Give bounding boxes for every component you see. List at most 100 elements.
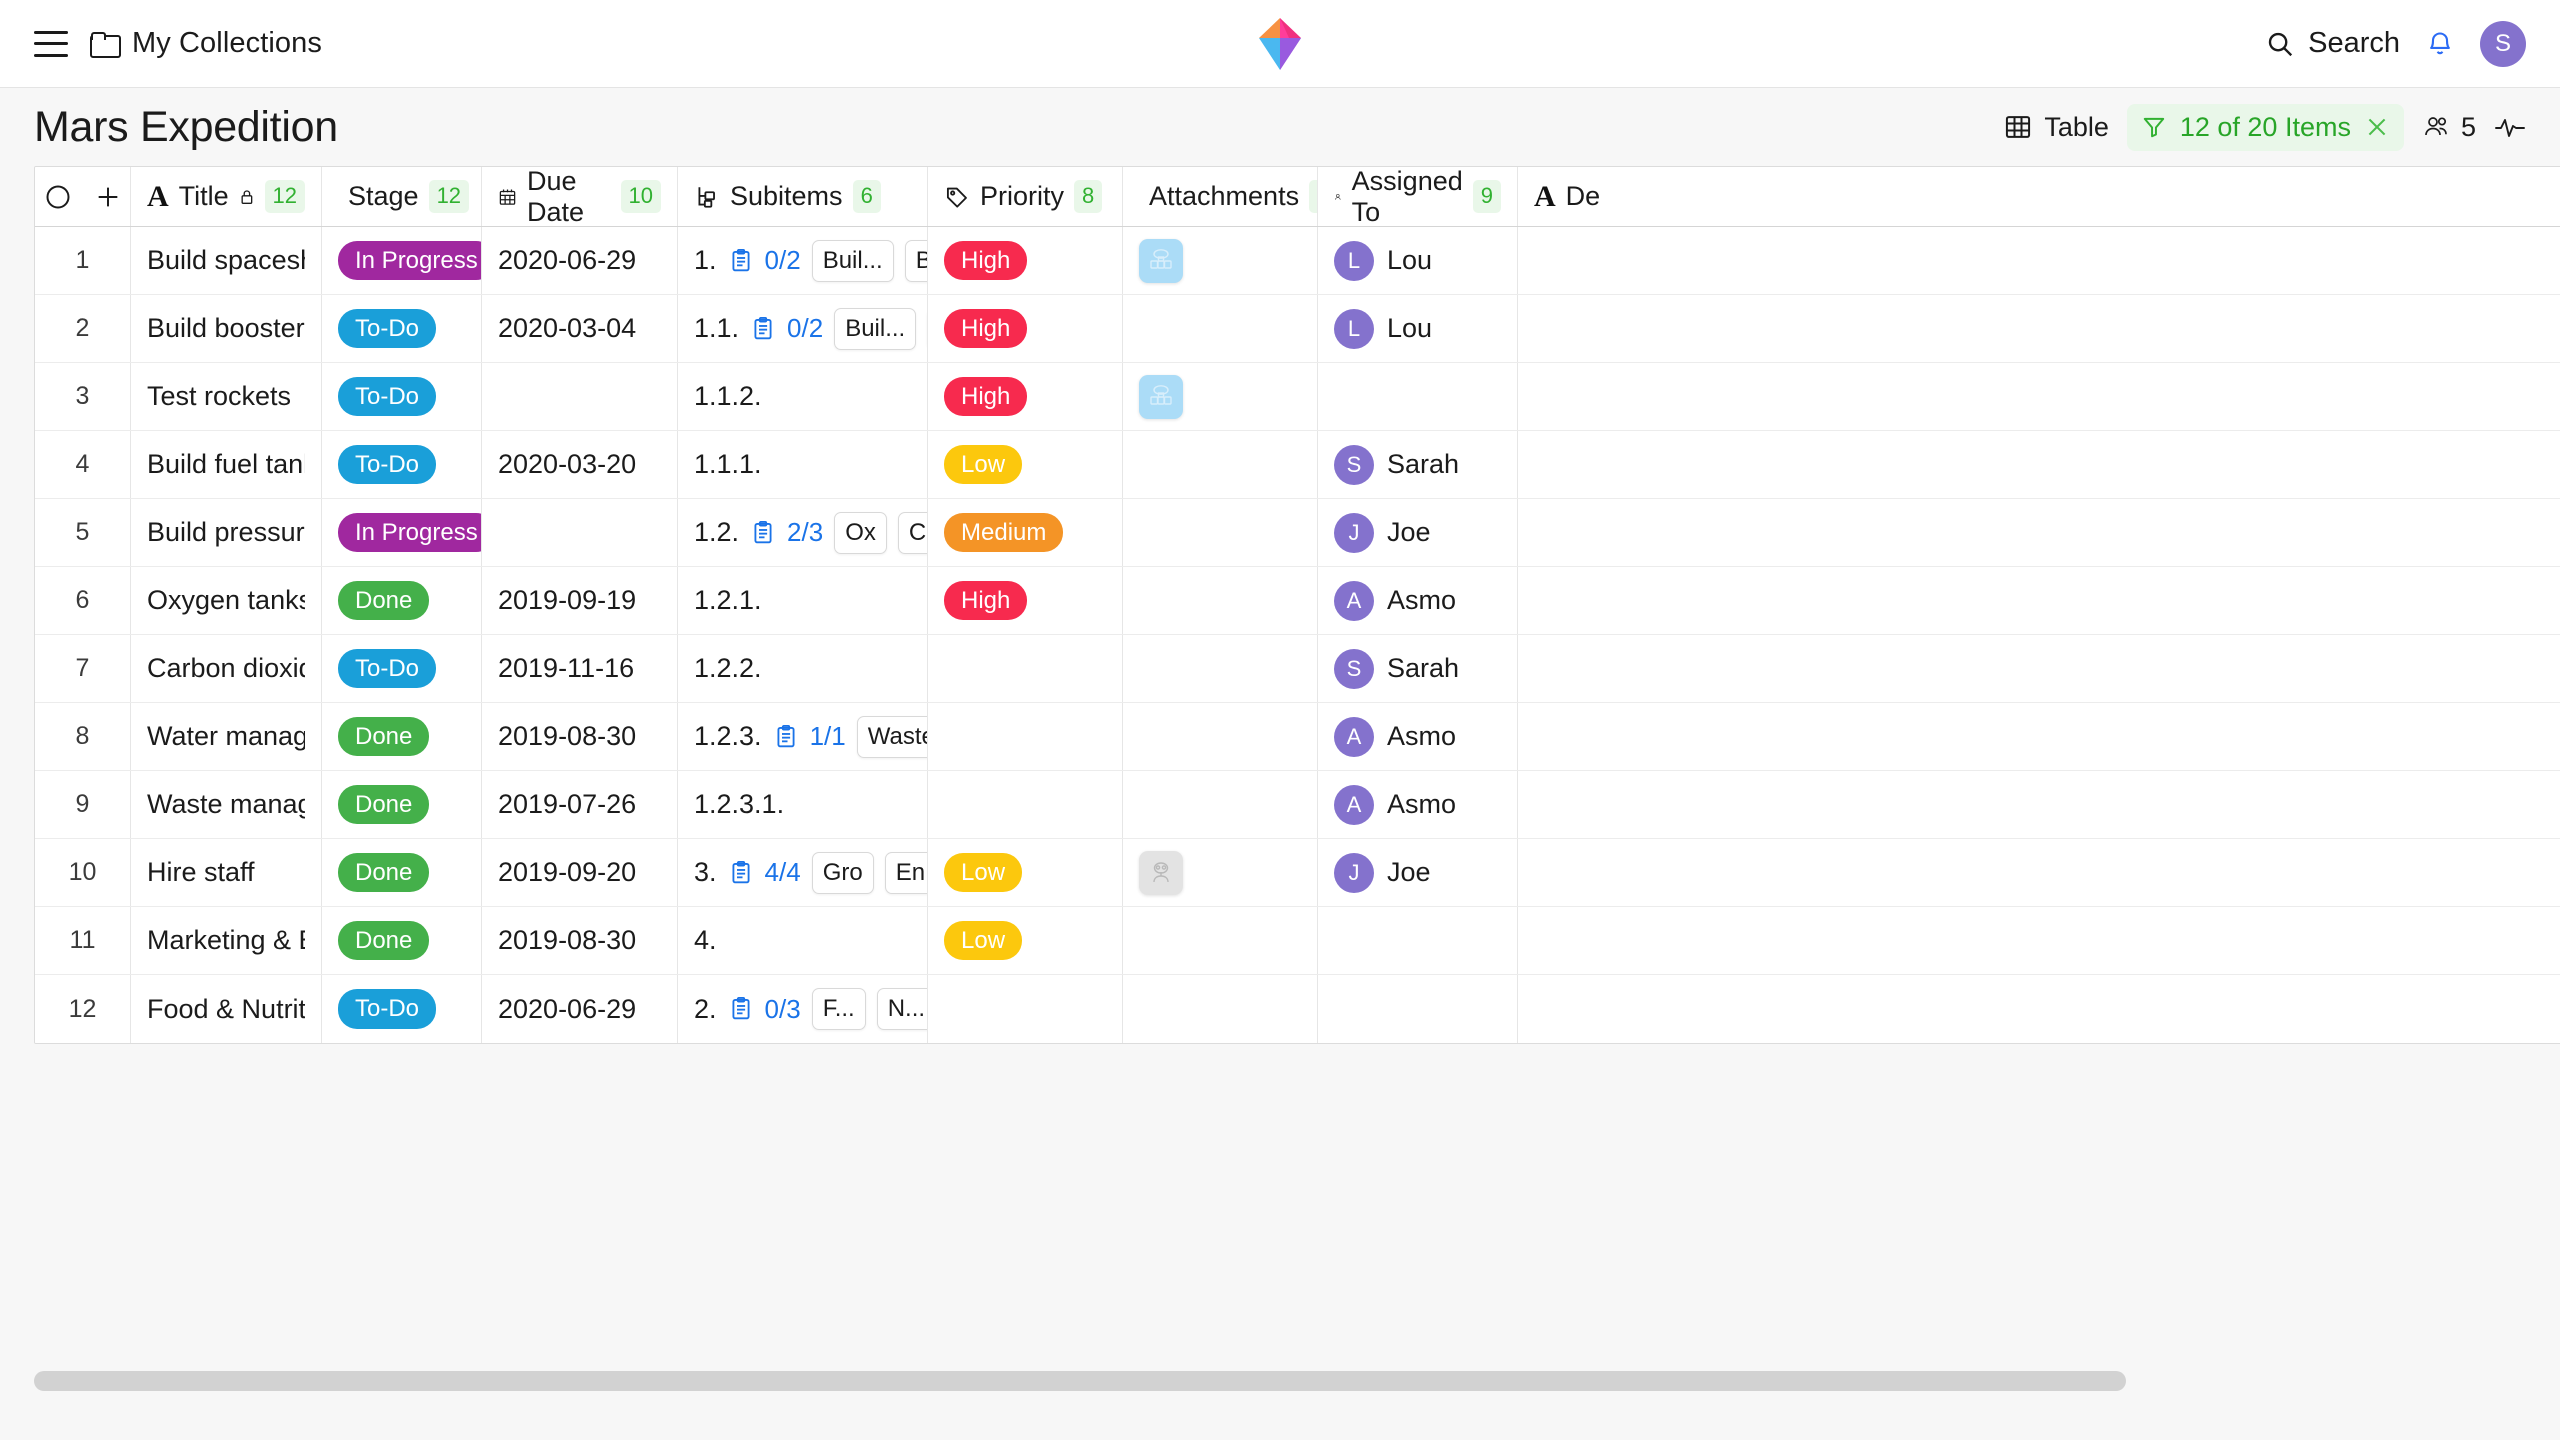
cell-attachments[interactable]	[1123, 431, 1318, 498]
cell-title[interactable]: Build pressurized c...	[131, 499, 322, 566]
stage-badge[interactable]: To-Do	[338, 377, 436, 417]
cell-priority[interactable]: High	[928, 227, 1123, 294]
cell-due-date[interactable]: 2020-03-20	[482, 431, 678, 498]
assignee[interactable]: LLou	[1334, 241, 1432, 281]
stage-badge[interactable]: To-Do	[338, 445, 436, 485]
subitem-chip[interactable]: Ox	[834, 512, 887, 554]
cell-due-date[interactable]: 2019-08-30	[482, 907, 678, 974]
cell-due-date[interactable]: 2020-06-29	[482, 227, 678, 294]
priority-badge[interactable]: Medium	[944, 513, 1063, 553]
attachment-thumbnail[interactable]	[1139, 375, 1183, 419]
cell-attachments[interactable]	[1123, 975, 1318, 1043]
cell-priority[interactable]	[928, 635, 1123, 702]
cell-subitems[interactable]: 1.2.2/3OxC...Wat	[678, 499, 928, 566]
cell-assigned-to[interactable]: LLou	[1318, 227, 1518, 294]
priority-badge[interactable]: High	[944, 241, 1027, 281]
cell-priority[interactable]: High	[928, 295, 1123, 362]
hamburger-menu-icon[interactable]	[34, 31, 68, 57]
cell-description[interactable]	[1518, 567, 1728, 634]
table-row[interactable]: 12Food & NutritionTo-Do2020-06-292.0/3F.…	[35, 975, 2560, 1043]
assignee[interactable]: SSarah	[1334, 445, 1459, 485]
column-header-attachments[interactable]: Attachments 3	[1123, 167, 1318, 226]
stage-badge[interactable]: In Progress	[338, 513, 482, 553]
table-row[interactable]: 2Build booster rocketsTo-Do2020-03-041.1…	[35, 295, 2560, 363]
table-row[interactable]: 8Water managementDone2019-08-301.2.3.1/1…	[35, 703, 2560, 771]
collaborators-button[interactable]: 5	[2422, 112, 2476, 143]
cell-priority[interactable]: Medium	[928, 499, 1123, 566]
filter-status-chip[interactable]: 12 of 20 Items	[2127, 104, 2404, 151]
row-number-cell[interactable]: 9	[35, 771, 131, 838]
cell-subitems[interactable]: 1.2.2.	[678, 635, 928, 702]
cell-description[interactable]	[1518, 703, 1728, 770]
horizontal-scrollbar[interactable]	[34, 1371, 2526, 1391]
cell-due-date[interactable]: 2019-09-19	[482, 567, 678, 634]
priority-badge[interactable]: Low	[944, 853, 1022, 893]
table-row[interactable]: 9Waste managementDone2019-07-261.2.3.1.A…	[35, 771, 2560, 839]
assignee[interactable]: SSarah	[1334, 649, 1459, 689]
attachment-thumbnail[interactable]	[1139, 851, 1183, 895]
table-row[interactable]: 6Oxygen tanksDone2019-09-191.2.1.HighAAs…	[35, 567, 2560, 635]
subitem-chip[interactable]: N...	[877, 988, 928, 1030]
cell-attachments[interactable]	[1123, 635, 1318, 702]
cell-description[interactable]	[1518, 499, 1728, 566]
cell-attachments[interactable]	[1123, 227, 1318, 294]
column-header-assigned-to[interactable]: Assigned To 9	[1318, 167, 1518, 226]
attachment-thumbnail[interactable]	[1139, 239, 1183, 283]
row-number-cell[interactable]: 1	[35, 227, 131, 294]
table-row[interactable]: 7Carbon dioxide rec...To-Do2019-11-161.2…	[35, 635, 2560, 703]
cell-attachments[interactable]	[1123, 363, 1318, 430]
cell-stage[interactable]: To-Do	[322, 975, 482, 1043]
assignee[interactable]: AAsmo	[1334, 717, 1456, 757]
subitem-chip[interactable]: Waste ma...	[857, 716, 928, 758]
cell-description[interactable]	[1518, 839, 1728, 906]
cell-description[interactable]	[1518, 295, 1728, 362]
cell-priority[interactable]: High	[928, 363, 1123, 430]
cell-assigned-to[interactable]: JJoe	[1318, 839, 1518, 906]
table-row[interactable]: 4Build fuel tanksTo-Do2020-03-201.1.1.Lo…	[35, 431, 2560, 499]
cell-due-date[interactable]: 2020-03-04	[482, 295, 678, 362]
stage-badge[interactable]: To-Do	[338, 309, 436, 349]
cell-priority[interactable]	[928, 975, 1123, 1043]
cell-subitems[interactable]: 1.2.1.	[678, 567, 928, 634]
bell-icon[interactable]	[2426, 28, 2454, 60]
cell-assigned-to[interactable]: JJoe	[1318, 499, 1518, 566]
row-number-cell[interactable]: 7	[35, 635, 131, 702]
cell-priority[interactable]: Low	[928, 907, 1123, 974]
search-button[interactable]: Search	[2265, 27, 2400, 60]
cell-subitems[interactable]: 1.2.3.1/1Waste ma...	[678, 703, 928, 770]
priority-badge[interactable]: Low	[944, 445, 1022, 485]
cell-priority[interactable]	[928, 771, 1123, 838]
plus-icon[interactable]	[94, 183, 122, 211]
cell-title[interactable]: Oxygen tanks	[131, 567, 322, 634]
table-row[interactable]: 3Test rocketsTo-Do1.1.2.High	[35, 363, 2560, 431]
cell-due-date[interactable]	[482, 363, 678, 430]
cell-assigned-to[interactable]: AAsmo	[1318, 703, 1518, 770]
row-number-cell[interactable]: 2	[35, 295, 131, 362]
cell-title[interactable]: Waste management	[131, 771, 322, 838]
cell-subitems[interactable]: 1.2.3.1.	[678, 771, 928, 838]
cell-stage[interactable]: In Progress	[322, 227, 482, 294]
assignee[interactable]: AAsmo	[1334, 581, 1456, 621]
cell-attachments[interactable]	[1123, 771, 1318, 838]
cell-assigned-to[interactable]: SSarah	[1318, 431, 1518, 498]
breadcrumb[interactable]: My Collections	[90, 27, 322, 60]
priority-badge[interactable]: High	[944, 309, 1027, 349]
cell-title[interactable]: Carbon dioxide rec...	[131, 635, 322, 702]
row-number-cell[interactable]: 4	[35, 431, 131, 498]
column-header-subitems[interactable]: Subitems 6	[678, 167, 928, 226]
cell-assigned-to[interactable]: SSarah	[1318, 635, 1518, 702]
cell-title[interactable]: Water management	[131, 703, 322, 770]
cell-description[interactable]	[1518, 227, 1728, 294]
stage-badge[interactable]: To-Do	[338, 989, 436, 1029]
cell-description[interactable]	[1518, 771, 1728, 838]
assignee[interactable]: JJoe	[1334, 853, 1431, 893]
cell-attachments[interactable]	[1123, 567, 1318, 634]
cell-assigned-to[interactable]	[1318, 363, 1518, 430]
priority-badge[interactable]: Low	[944, 921, 1022, 961]
cell-stage[interactable]: To-Do	[322, 431, 482, 498]
subitem-chip[interactable]: Buil...	[812, 240, 894, 282]
table-row[interactable]: 10Hire staffDone2019-09-203.4/4GroEnArAs…	[35, 839, 2560, 907]
circle-icon[interactable]	[44, 183, 72, 211]
cell-priority[interactable]: Low	[928, 431, 1123, 498]
assignee[interactable]: JJoe	[1334, 513, 1431, 553]
